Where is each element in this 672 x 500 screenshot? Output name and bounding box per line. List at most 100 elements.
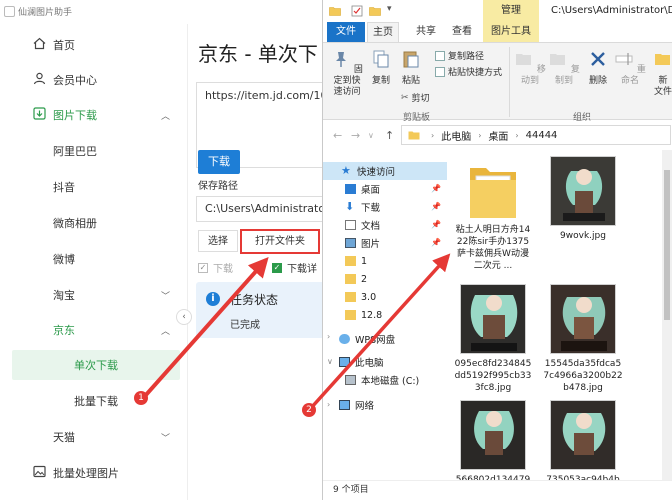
properties-icon[interactable] bbox=[351, 5, 363, 17]
tree-this-pc[interactable]: 此电脑 bbox=[339, 353, 384, 371]
address-bar[interactable]: › 此电脑 › 桌面 › 44444 bbox=[401, 125, 671, 145]
manage-tab[interactable]: 管理 bbox=[483, 0, 539, 22]
move-to-button[interactable]: 移动到 bbox=[513, 49, 547, 87]
tree-folder-3[interactable]: 3.0 bbox=[345, 288, 376, 306]
sidebar-item-taobao[interactable]: 淘宝 ﹀ bbox=[12, 280, 180, 310]
copy-to-button[interactable]: 复制到 bbox=[547, 49, 581, 87]
tree-quick-access[interactable]: ★ 快速访问 bbox=[323, 162, 447, 180]
tree-wps[interactable]: WPS网盘 bbox=[339, 330, 395, 348]
user-icon bbox=[30, 72, 48, 89]
breadcrumb-separator: › bbox=[515, 130, 519, 140]
pin-icon: 📌 bbox=[431, 184, 441, 193]
sidebar-item-batch-download[interactable]: 批量下载 bbox=[12, 386, 180, 416]
computer-icon bbox=[339, 357, 350, 367]
breadcrumb-current[interactable]: 44444 bbox=[526, 130, 558, 141]
vertical-scrollbar[interactable] bbox=[662, 150, 672, 480]
tree-documents[interactable]: 文档 bbox=[345, 216, 380, 234]
tree-desktop[interactable]: 桌面 bbox=[345, 180, 380, 198]
sidebar-item-home[interactable]: 首页 bbox=[12, 30, 180, 60]
download-option-1[interactable]: ✓ 下载 bbox=[198, 260, 233, 275]
tree-pictures[interactable]: 图片 bbox=[345, 234, 380, 252]
annotation-marker-2: 2 bbox=[302, 403, 316, 417]
checkbox-checked[interactable]: ✓ bbox=[272, 262, 282, 273]
chevron-up-icon: ︿ bbox=[160, 326, 170, 337]
file-item-image[interactable]: 9wovk.jpg bbox=[543, 156, 623, 242]
tree-folder-1[interactable]: 1 bbox=[345, 252, 367, 270]
checkbox-checked-disabled[interactable]: ✓ bbox=[198, 262, 208, 273]
save-path-input[interactable]: C:\Users\Administrator bbox=[196, 196, 330, 222]
file-item-folder[interactable]: 粘土人明日方舟1422陈sir手办1375萨卡兹佣兵W动漫二次元 ... bbox=[453, 152, 533, 272]
file-item-image[interactable]: 15545da35fdca57c4966a3200b22b478.jpg bbox=[543, 284, 623, 394]
cloud-icon bbox=[339, 334, 350, 344]
tree-folder-4[interactable]: 12.8 bbox=[345, 306, 382, 324]
breadcrumb-desktop[interactable]: 桌面 bbox=[488, 128, 508, 143]
sidebar-item-alibaba[interactable]: 阿里巴巴 bbox=[12, 136, 180, 166]
sidebar-item-weibo[interactable]: 微博 bbox=[12, 244, 180, 274]
explorer-status-bar: 9 个项目 bbox=[323, 480, 672, 500]
cut-button[interactable]: ✂ 剪切 bbox=[401, 91, 430, 105]
tree-local-disk[interactable]: 本地磁盘 (C:) bbox=[345, 371, 419, 389]
annotation-marker-1: 1 bbox=[134, 391, 148, 405]
copy-button[interactable]: 复制 bbox=[369, 49, 393, 87]
desktop-icon bbox=[345, 184, 356, 194]
screen: 仙澜图片助手 首页 会员中心 图片下载 ︿ 阿里巴巴 抖音 微商相册 微博 淘宝… bbox=[0, 0, 672, 500]
app-title: 仙澜图片助手 bbox=[18, 7, 73, 18]
tab-file[interactable]: 文件 bbox=[327, 22, 365, 42]
chevron-down-icon: ﹀ bbox=[160, 433, 170, 444]
ribbon-separator bbox=[509, 47, 510, 117]
sidebar-item-single-download[interactable]: 单次下载 bbox=[12, 350, 180, 380]
file-item-image[interactable]: 095ec8fd234845dd5192f995cb333fc8.jpg bbox=[453, 284, 533, 394]
expand-caret-icon[interactable]: ∨ bbox=[327, 357, 333, 366]
sidebar-item-member-center[interactable]: 会员中心 bbox=[12, 65, 180, 95]
open-folder-button[interactable]: 打开文件夹 bbox=[240, 229, 320, 254]
qa-dropdown-icon[interactable]: ▾ bbox=[387, 4, 392, 14]
delete-button[interactable]: 删除 bbox=[585, 49, 611, 87]
scrollbar-thumb[interactable] bbox=[664, 170, 670, 320]
sidebar-item-image-download[interactable]: 图片下载 ︿ bbox=[12, 100, 180, 130]
folder-icon bbox=[345, 310, 356, 320]
paste-button[interactable]: 粘贴 bbox=[399, 49, 423, 87]
tab-picture-tools[interactable]: 图片工具 bbox=[483, 22, 539, 42]
download-option-2[interactable]: ✓ 下载详 bbox=[272, 260, 317, 275]
paste-shortcut-button[interactable]: 粘贴快捷方式 bbox=[435, 65, 502, 78]
expand-caret-icon[interactable]: › bbox=[327, 400, 330, 409]
back-arrow-icon[interactable]: ← bbox=[333, 129, 342, 142]
delete-icon bbox=[591, 52, 605, 66]
chevron-up-icon: ︿ bbox=[160, 111, 170, 122]
sidebar-item-douyin[interactable]: 抖音 bbox=[12, 172, 180, 202]
tree-folder-2[interactable]: 2 bbox=[345, 270, 367, 288]
file-name: 粘土人明日方舟1422陈sir手办1375萨卡兹佣兵W动漫二次元 ... bbox=[455, 225, 531, 271]
choose-folder-button[interactable]: 选择 bbox=[198, 230, 238, 252]
sidebar-item-tmall[interactable]: 天猫 ﹀ bbox=[12, 422, 180, 452]
rename-button[interactable]: 重命名 bbox=[613, 49, 647, 87]
figure-thumbnail bbox=[550, 284, 616, 354]
pin-icon: 📌 bbox=[431, 202, 441, 211]
sidebar-item-batch-process[interactable]: 批量处理图片 bbox=[12, 458, 180, 488]
tab-home[interactable]: 主页 bbox=[367, 22, 399, 42]
tab-share[interactable]: 共享 bbox=[411, 22, 441, 42]
download-button[interactable]: 下载 bbox=[198, 150, 240, 174]
up-arrow-icon[interactable]: ↑ bbox=[385, 129, 394, 142]
forward-arrow-icon[interactable]: → bbox=[351, 129, 360, 142]
window-path-title: C:\Users\Administrator\Desk bbox=[551, 5, 672, 16]
tab-view[interactable]: 查看 bbox=[447, 22, 477, 42]
expand-caret-icon[interactable]: › bbox=[327, 332, 330, 341]
sidebar-item-jd[interactable]: 京东 ︿ bbox=[12, 315, 180, 345]
copy-path-button[interactable]: 复制路径 bbox=[435, 49, 484, 62]
sidebar-item-weishang[interactable]: 微商相册 bbox=[12, 208, 180, 238]
new-folder-button[interactable]: 新 文件 bbox=[653, 49, 672, 98]
pin-quick-access-button[interactable]: 固定到快 速访问 bbox=[327, 49, 367, 98]
breadcrumb-this-pc[interactable]: 此电脑 bbox=[441, 128, 471, 143]
file-name: 15545da35fdca57c4966a3200b22b478.jpg bbox=[543, 359, 623, 393]
recent-dropdown-icon[interactable]: ∨ bbox=[368, 131, 374, 140]
sidebar: 首页 会员中心 图片下载 ︿ 阿里巴巴 抖音 微商相册 微博 淘宝 ﹀ 京东 ︿… bbox=[0, 24, 192, 500]
tree-downloads[interactable]: ⬇ 下载 bbox=[345, 198, 380, 216]
copy-to-icon bbox=[550, 54, 566, 65]
status-text: 已完成 bbox=[230, 320, 260, 331]
file-item-image[interactable]: 566802d134479 bbox=[453, 400, 533, 486]
status-title: 任务状态 bbox=[230, 293, 279, 307]
tree-network[interactable]: 网络 bbox=[339, 396, 374, 414]
new-folder-icon[interactable] bbox=[369, 5, 381, 17]
folder-icon bbox=[468, 162, 518, 220]
file-item-image[interactable]: 735053ac94b4b bbox=[543, 400, 623, 486]
